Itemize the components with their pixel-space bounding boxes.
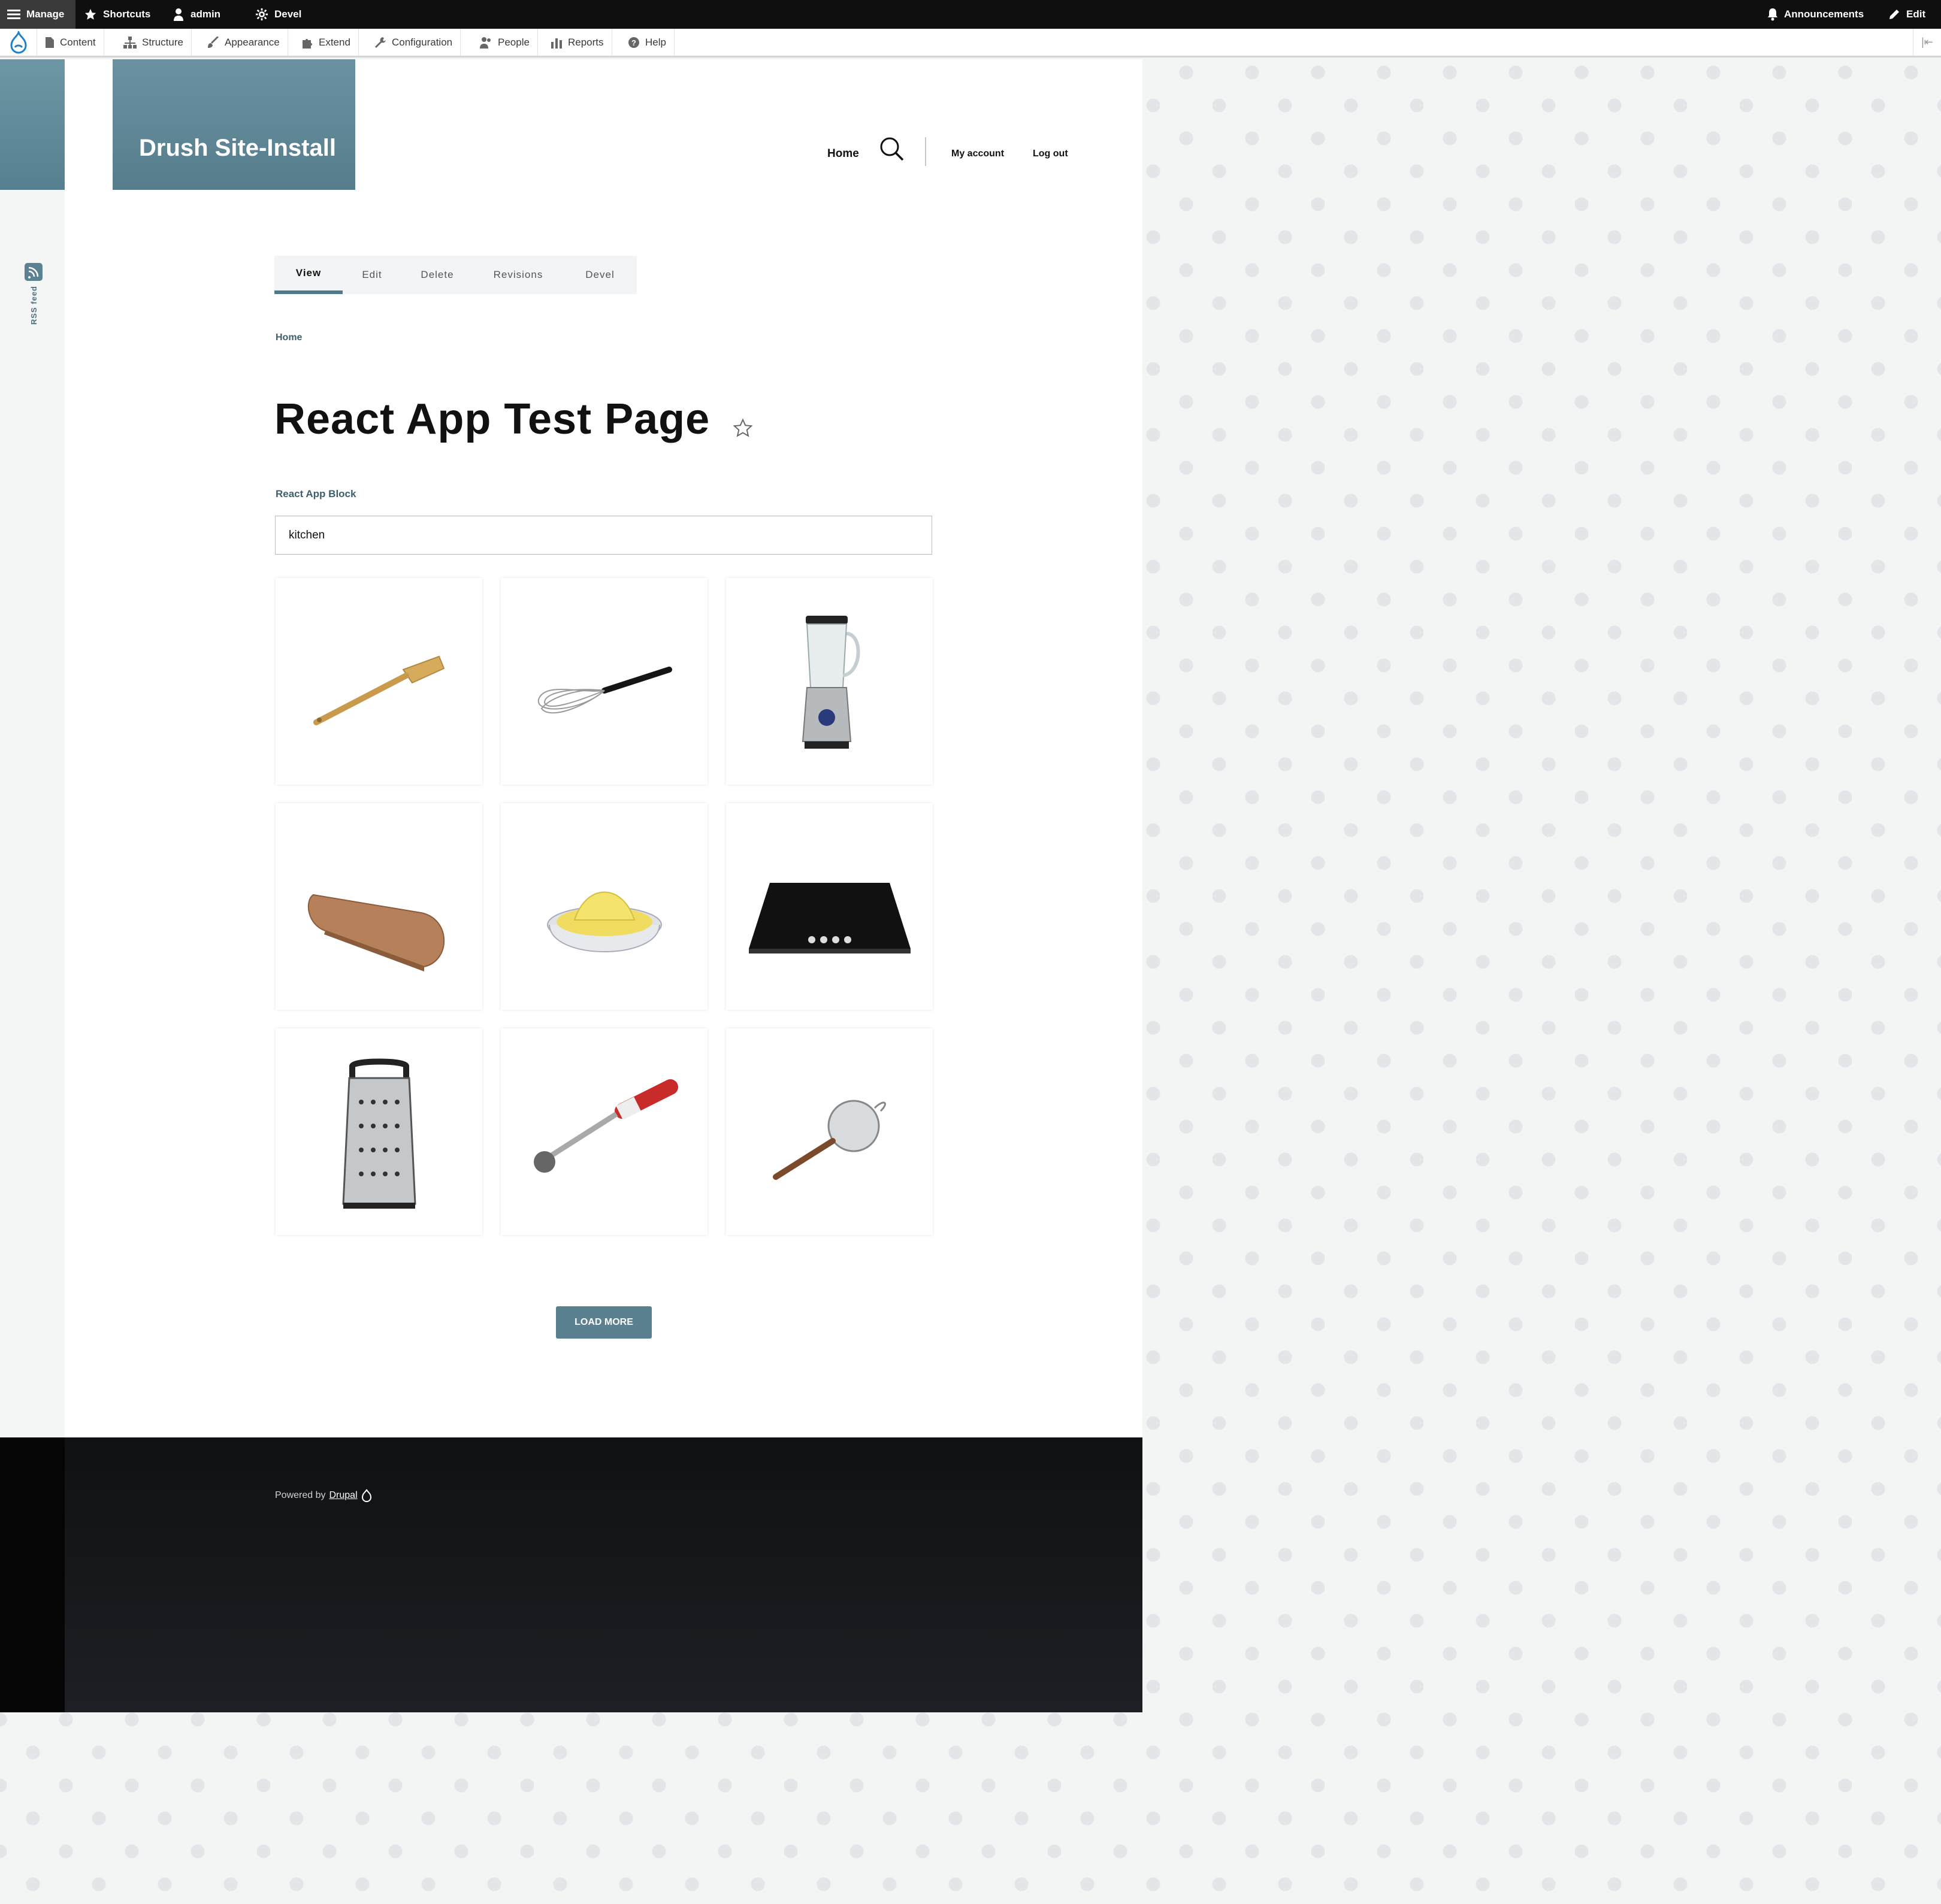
load-more-button[interactable]: LOAD MORE	[556, 1306, 652, 1339]
social-bar: RSS feed	[0, 59, 65, 1437]
tab-revisions[interactable]: Revisions	[473, 256, 563, 294]
menu-structure[interactable]: Structure	[116, 29, 192, 56]
breadcrumb-home[interactable]: Home	[276, 332, 302, 343]
site-branding[interactable]: Drush Site-Install	[113, 59, 355, 190]
devel-label: Devel	[274, 8, 302, 20]
menu-content[interactable]: Content	[37, 29, 104, 56]
product-card[interactable]	[276, 578, 482, 785]
cutting-board-icon	[307, 894, 445, 971]
cooktop-icon	[748, 882, 911, 953]
menu-people[interactable]: People	[471, 29, 538, 56]
menu-configuration-label: Configuration	[392, 36, 453, 48]
announcements-label: Announcements	[1784, 8, 1864, 20]
rss-icon	[25, 263, 43, 281]
drupal-link[interactable]: Drupal	[329, 1490, 358, 1501]
menu-configuration[interactable]: Configuration	[367, 29, 461, 56]
powered-by: Powered by Drupal	[275, 1489, 372, 1502]
manage-label: Manage	[26, 8, 65, 20]
bell-icon	[1768, 8, 1777, 21]
react-block-title: React App Block	[276, 488, 356, 500]
citrus-juicer-icon	[546, 891, 662, 952]
collapse-toolbar-icon[interactable]: |⇤	[1913, 29, 1941, 56]
file-icon	[46, 37, 54, 48]
product-card[interactable]	[726, 578, 933, 785]
user-icon	[174, 8, 183, 21]
tab-edit[interactable]: Edit	[343, 256, 401, 294]
wrench-icon	[375, 37, 386, 48]
menu-help[interactable]: ? Help	[620, 29, 675, 56]
edit-label: Edit	[1906, 8, 1926, 20]
my-account-link[interactable]: My account	[951, 142, 1004, 166]
menu-structure-label: Structure	[142, 36, 183, 48]
bar-chart-icon	[551, 38, 562, 49]
pencil-icon	[1889, 10, 1899, 19]
nav-home-link[interactable]: Home	[827, 142, 859, 166]
hand-blender-icon	[533, 1079, 678, 1173]
powered-by-label: Powered by	[275, 1490, 326, 1500]
svg-text:?: ?	[631, 38, 636, 47]
shortcuts-label: Shortcuts	[103, 8, 151, 20]
star-icon	[84, 8, 96, 20]
menu-content-label: Content	[60, 36, 96, 48]
product-card[interactable]	[501, 803, 708, 1010]
menu-reports[interactable]: Reports	[543, 29, 612, 56]
tab-delete[interactable]: Delete	[401, 256, 473, 294]
spatula-icon	[313, 655, 445, 725]
people-icon	[480, 37, 491, 49]
hamburger-icon	[7, 10, 20, 19]
menu-appearance[interactable]: Appearance	[199, 29, 288, 56]
gear-icon	[255, 8, 268, 21]
puzzle-icon	[303, 38, 312, 49]
product-card[interactable]	[726, 803, 933, 1010]
log-out-link[interactable]: Log out	[1033, 142, 1068, 166]
shortcuts-tab[interactable]: Shortcuts	[84, 0, 150, 29]
footer-rail	[0, 1437, 65, 1712]
user-tab[interactable]: admin	[173, 0, 220, 29]
admin-toolbar: Manage Shortcuts admin Devel Announcemen…	[0, 0, 1941, 29]
site-name[interactable]: Drush Site-Install	[139, 135, 336, 162]
tab-view[interactable]: View	[274, 256, 343, 294]
devel-tab[interactable]: Devel	[255, 0, 301, 29]
product-search-input[interactable]	[275, 516, 932, 555]
edit-tab[interactable]: Edit	[1888, 0, 1925, 29]
menu-people-label: People	[498, 36, 530, 48]
menu-reports-label: Reports	[568, 36, 604, 48]
help-icon: ?	[628, 37, 639, 48]
search-icon[interactable]	[879, 136, 905, 162]
page: RSS feed Drush Site-Install Home My acco…	[0, 59, 1142, 1712]
product-card[interactable]	[501, 1028, 708, 1235]
local-tasks: View Edit Delete Revisions Devel	[274, 256, 637, 294]
menu-extend-label: Extend	[319, 36, 350, 48]
site-footer: Powered by Drupal	[0, 1437, 1142, 1712]
social-bar-header	[0, 59, 65, 190]
product-grid	[276, 578, 933, 1235]
page-title: React App Test Page	[274, 395, 711, 443]
product-card[interactable]	[501, 578, 708, 785]
menu-appearance-label: Appearance	[225, 36, 280, 48]
menu-extend[interactable]: Extend	[294, 29, 359, 56]
grater-icon	[341, 1058, 416, 1209]
bookmark-star-icon[interactable]	[732, 417, 754, 439]
announcements-tab[interactable]: Announcements	[1767, 0, 1864, 29]
product-card[interactable]	[726, 1028, 933, 1235]
admin-menu-tray: Content Structure Appearance Extend Conf…	[0, 29, 1941, 57]
blender-icon	[802, 615, 860, 749]
whisk-icon	[537, 666, 672, 713]
rss-feed-link[interactable]: RSS feed	[22, 263, 46, 325]
nav-divider	[925, 137, 926, 166]
drupal-drop-icon	[361, 1489, 371, 1502]
user-label: admin	[191, 8, 221, 20]
manage-tab[interactable]: Manage	[0, 0, 75, 29]
menu-help-label: Help	[645, 36, 666, 48]
brush-icon	[208, 36, 219, 48]
sitemap-icon	[123, 36, 137, 49]
drupal-logo-icon[interactable]	[0, 29, 37, 56]
rss-feed-label: RSS feed	[29, 286, 38, 325]
tab-devel[interactable]: Devel	[563, 256, 637, 294]
strainer-icon	[772, 1100, 886, 1180]
product-card[interactable]	[276, 803, 482, 1010]
product-card[interactable]	[276, 1028, 482, 1235]
